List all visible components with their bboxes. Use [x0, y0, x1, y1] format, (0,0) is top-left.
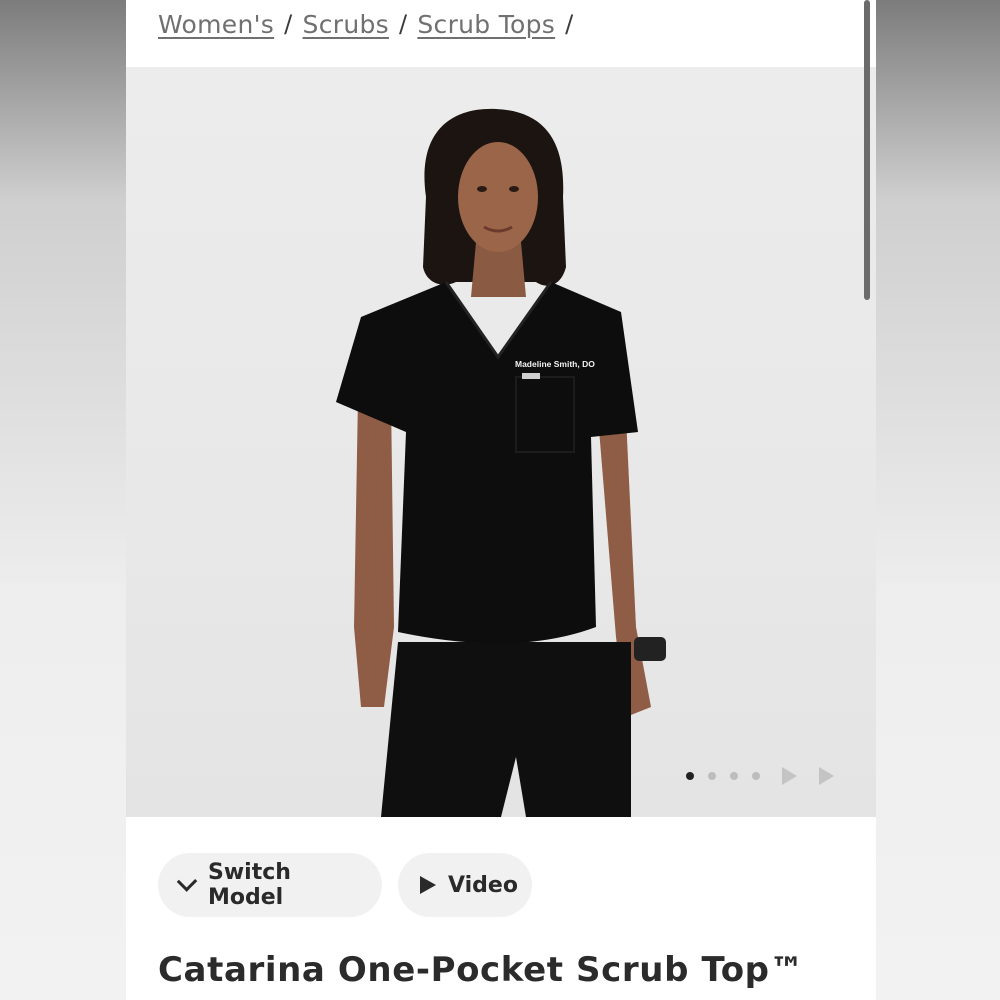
next-arrow-icon[interactable]	[782, 767, 797, 785]
breadcrumb: Women's / Scrubs / Scrub Tops /	[158, 6, 574, 42]
breadcrumb-scrub-tops[interactable]: Scrub Tops	[417, 10, 555, 39]
carousel-dot-4[interactable]	[752, 772, 760, 780]
play-icon	[420, 876, 436, 894]
chevron-down-icon	[176, 870, 198, 892]
breadcrumb-separator: /	[284, 10, 293, 38]
carousel-indicators	[686, 767, 834, 785]
scrollbar[interactable]	[864, 0, 870, 300]
embroidery-text: Madeline Smith, DO	[515, 359, 595, 369]
carousel-dot-2[interactable]	[708, 772, 716, 780]
carousel-dot-1[interactable]	[686, 772, 694, 780]
breadcrumb-separator: /	[398, 10, 408, 38]
left-backdrop	[0, 0, 126, 1000]
breadcrumb-womens[interactable]: Women's	[158, 10, 274, 39]
carousel-dot-3[interactable]	[730, 772, 738, 780]
product-title: Catarina One-Pocket Scrub Top™	[158, 950, 805, 990]
switch-model-label: Switch Model	[208, 860, 291, 910]
product-page: Women's / Scrubs / Scrub Tops / Madeline…	[126, 0, 876, 1000]
next-arrow-icon[interactable]	[819, 767, 834, 785]
switch-model-button[interactable]: Switch Model	[158, 853, 382, 917]
right-backdrop	[876, 0, 1000, 1000]
video-button[interactable]: Video	[398, 853, 532, 917]
product-image[interactable]: Madeline Smith, DO	[126, 67, 876, 817]
video-label: Video	[448, 872, 518, 898]
model-illustration: Madeline Smith, DO	[336, 108, 666, 817]
breadcrumb-separator: /	[565, 10, 574, 38]
breadcrumb-scrubs[interactable]: Scrubs	[303, 10, 389, 39]
